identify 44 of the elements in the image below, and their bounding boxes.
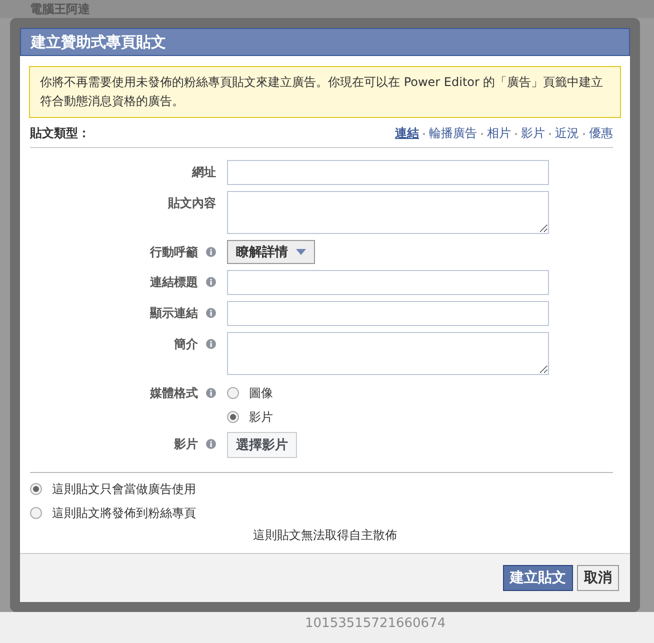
- text-field[interactable]: [227, 270, 549, 295]
- text-field[interactable]: [227, 301, 549, 326]
- notice-banner: 你將不再需要使用未發佈的粉絲專頁貼文來建立廣告。你現在可以在 Power Editor 的「廣告」頁籤中建立符合動態消息資格的廣告。: [29, 66, 621, 118]
- info-icon[interactable]: [206, 388, 216, 398]
- post-type-link[interactable]: 影片: [521, 125, 545, 142]
- radio-label: 這則貼文只會當做廣告使用: [52, 480, 196, 498]
- field-label: 媒體格式: [150, 384, 198, 402]
- radio-button[interactable]: [227, 387, 239, 399]
- info-icon[interactable]: [206, 439, 216, 449]
- field-label: 簡介: [174, 336, 198, 352]
- radio-button[interactable]: [227, 411, 239, 423]
- field-label: 影片: [174, 436, 198, 452]
- text-field[interactable]: [227, 160, 549, 185]
- text-area[interactable]: [227, 332, 549, 375]
- info-icon[interactable]: [206, 247, 216, 257]
- radio-button[interactable]: [30, 483, 42, 495]
- text-area[interactable]: [227, 191, 549, 234]
- radio-label: 影片: [249, 408, 273, 426]
- distribution-note: 這則貼文無法取得自主散佈: [252, 527, 398, 544]
- field-label: 網址: [192, 164, 216, 180]
- post-type-link[interactable]: 相片: [487, 125, 511, 142]
- radio-label: 圖像: [249, 384, 273, 402]
- page-selector: 電腦王阿達: [30, 1, 90, 18]
- field-label: 連結標題: [150, 274, 198, 290]
- post-id: 10153515721660674: [305, 616, 446, 631]
- choose-video-button[interactable]: 選擇影片: [227, 432, 297, 458]
- post-type-link[interactable]: 近況: [555, 125, 579, 142]
- create-post-button[interactable]: 建立貼文: [503, 565, 573, 591]
- post-type-link[interactable]: 輪播廣告: [429, 125, 477, 142]
- post-type-link[interactable]: 連結: [395, 125, 419, 142]
- post-type-label: 貼文類型：: [30, 125, 90, 142]
- info-icon[interactable]: [206, 339, 216, 349]
- field-label: 貼文內容: [168, 194, 216, 212]
- dialog-title: 建立贊助式專頁貼文: [20, 28, 630, 56]
- info-icon[interactable]: [206, 308, 216, 318]
- radio-button[interactable]: [30, 507, 42, 519]
- cancel-button[interactable]: 取消: [577, 565, 619, 591]
- field-label: 顯示連結: [150, 304, 198, 322]
- post-type-link[interactable]: 優惠: [589, 125, 613, 142]
- caret-icon: [296, 249, 306, 255]
- field-label: 行動呼籲: [150, 244, 198, 260]
- call-to-action-dropdown[interactable]: 瞭解詳情: [227, 240, 315, 264]
- radio-label: 這則貼文將發佈到粉絲專頁: [52, 504, 196, 522]
- info-icon[interactable]: [206, 277, 216, 287]
